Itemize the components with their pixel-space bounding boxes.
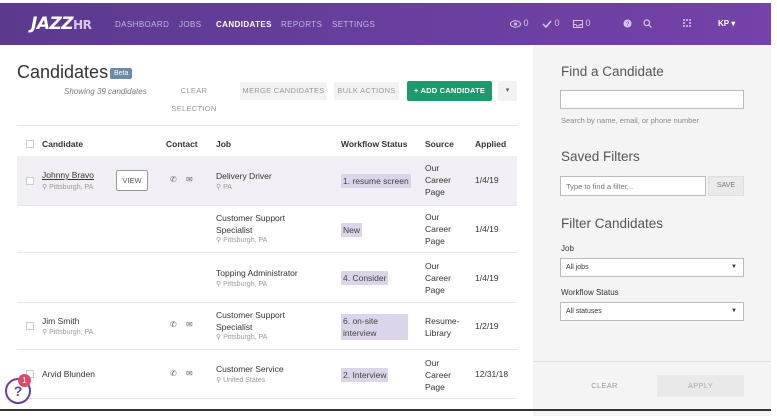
checks-counter[interactable]: 0: [542, 18, 560, 29]
user-menu[interactable]: KP ▾: [718, 19, 735, 28]
merge-candidates-button[interactable]: MERGE CANDIDATES: [240, 82, 327, 100]
table-row[interactable]: Topping Administrator ⚲ Pittsburgh, PA 4…: [17, 253, 517, 302]
col-contact: Contact: [166, 139, 198, 149]
col-applied[interactable]: Applied: [475, 139, 506, 149]
view-button[interactable]: VIEW: [116, 170, 148, 191]
workflow-status-badge[interactable]: 1. resume screen: [341, 174, 411, 188]
table-row[interactable]: Jim Smith ⚲ Pittsburgh, PA ✆ ✉ Customer …: [17, 303, 517, 349]
job-title[interactable]: Customer Service: [216, 363, 284, 375]
page-title: Candidates: [17, 62, 109, 82]
source-text: Our Career Page: [425, 212, 451, 246]
chevron-down-icon: ▼: [731, 264, 737, 270]
nav-candidates[interactable]: CANDIDATES: [216, 20, 272, 29]
workflow-filter-label: Workflow Status: [561, 288, 619, 297]
window-bottom-edge: [0, 409, 771, 411]
top-nav: JAZZHR DASHBOARD JOBS CANDIDATES REPORTS…: [0, 3, 771, 45]
beta-badge: Beta: [110, 68, 133, 79]
candidate-name-link[interactable]: Johnny Bravo: [42, 170, 94, 180]
clear-filters-button[interactable]: CLEAR: [561, 375, 648, 397]
col-job[interactable]: Job: [216, 139, 231, 149]
job-title[interactable]: Topping Administrator: [216, 267, 298, 279]
workflow-status-badge[interactable]: 4. Consider: [341, 271, 389, 285]
applied-date: 1/2/19: [475, 321, 499, 331]
row-checkbox[interactable]: [26, 322, 34, 330]
row-checkbox[interactable]: [26, 177, 34, 185]
candidate-name-link[interactable]: Jim Smith: [42, 316, 79, 326]
col-source[interactable]: Source: [425, 139, 454, 149]
workflow-filter-select[interactable]: All statuses ▼: [560, 302, 744, 321]
job-filter-label: Job: [561, 244, 574, 253]
table-row[interactable]: Arvid Blunden ✆ ✉ Customer Service ⚲ Uni…: [17, 350, 517, 398]
job-title[interactable]: Customer Support Specialist: [216, 309, 306, 333]
applied-date: 1/4/19: [475, 175, 499, 185]
job-location: ⚲ Pittsburgh, PA: [216, 281, 268, 288]
workflow-status-badge[interactable]: 6. on-site interview: [341, 314, 408, 340]
table-row[interactable]: Johnny Bravo ⚲ Pittsburgh, PA VIEW ✆ ✉ D…: [17, 156, 517, 205]
views-counter[interactable]: 0: [510, 18, 529, 28]
phone-icon[interactable]: ✆: [170, 320, 177, 329]
saved-filters-heading: Saved Filters: [561, 149, 640, 164]
bulk-actions-button[interactable]: BULK ACTIONS: [334, 82, 399, 100]
table-row[interactable]: Customer Support Specialist ⚲ Pittsburgh…: [17, 206, 517, 252]
col-workflow-status[interactable]: Workflow Status: [341, 139, 407, 149]
col-candidate[interactable]: Candidate: [42, 139, 83, 149]
email-icon[interactable]: ✉: [186, 369, 193, 378]
candidate-name-link[interactable]: Arvid Blunden: [42, 369, 95, 379]
add-candidate-button[interactable]: + ADD CANDIDATE: [407, 81, 492, 101]
select-all-checkbox[interactable]: [26, 140, 34, 148]
table-top-divider: [17, 125, 517, 126]
check-icon: [542, 20, 552, 29]
table-header: Candidate Contact Job Workflow Status So…: [17, 133, 517, 155]
saved-filter-search-input[interactable]: [560, 176, 706, 196]
workflow-status-badge[interactable]: 2. Interview: [341, 368, 389, 382]
notification-badge: 1: [18, 374, 31, 387]
nav-reports[interactable]: REPORTS: [281, 20, 322, 29]
phone-icon[interactable]: ✆: [170, 175, 177, 184]
applied-date: 1/4/19: [475, 273, 499, 283]
email-icon[interactable]: ✉: [186, 320, 193, 329]
nav-dashboard[interactable]: DASHBOARD: [115, 20, 169, 29]
job-filter-select[interactable]: All jobs ▼: [560, 258, 744, 277]
help-nav-icon[interactable]: ?: [623, 18, 632, 28]
job-location: ⚲ PA: [216, 184, 232, 191]
job-title[interactable]: Delivery Driver: [216, 170, 272, 182]
find-candidate-heading: Find a Candidate: [561, 64, 664, 79]
workflow-status-badge[interactable]: New: [341, 223, 363, 237]
filter-candidates-heading: Filter Candidates: [561, 216, 664, 231]
job-title[interactable]: Customer Support Specialist: [216, 212, 306, 236]
nav-settings[interactable]: SETTINGS: [332, 20, 375, 29]
phone-icon[interactable]: ✆: [170, 369, 177, 378]
inbox-icon: [573, 20, 583, 28]
candidate-location: ⚲ Pittsburgh, PA: [42, 184, 94, 191]
eye-icon: [510, 20, 521, 28]
row-divider: [17, 398, 517, 399]
job-location: ⚲ Pittsburgh, PA: [216, 334, 268, 341]
apply-filters-button[interactable]: APPLY: [657, 375, 744, 397]
chevron-down-icon: ▼: [731, 308, 737, 314]
applied-date: 12/31/18: [475, 369, 509, 379]
save-filter-button[interactable]: SAVE: [708, 176, 744, 196]
candidate-count: Showing 39 candidates: [64, 87, 147, 96]
add-options-dropdown[interactable]: ▾: [498, 81, 517, 101]
find-candidate-input[interactable]: [560, 90, 744, 109]
source-text: Our Career Page: [425, 358, 451, 392]
clear-selection-button[interactable]: CLEAR SELECTION: [160, 82, 228, 113]
source-text: Our Career Page: [425, 261, 451, 295]
search-icon[interactable]: [643, 18, 652, 28]
candidate-location: ⚲ Pittsburgh, PA: [42, 329, 94, 336]
find-candidate-hint: Search by name, email, or phone number: [561, 116, 699, 125]
nav-jobs[interactable]: JOBS: [179, 20, 202, 29]
page: JAZZHR DASHBOARD JOBS CANDIDATES REPORTS…: [0, 0, 777, 416]
source-text: Our Career Page: [425, 163, 451, 197]
applied-date: 1/4/19: [475, 224, 499, 234]
apps-grid-icon[interactable]: [682, 18, 692, 28]
job-location: ⚲ United States: [216, 377, 266, 384]
inbox-counter[interactable]: 0: [573, 18, 591, 28]
app-logo[interactable]: JAZZHR: [31, 14, 92, 34]
email-icon[interactable]: ✉: [186, 175, 193, 184]
job-location: ⚲ Pittsburgh, PA: [216, 237, 268, 244]
source-text: Resume-Library: [425, 316, 460, 338]
